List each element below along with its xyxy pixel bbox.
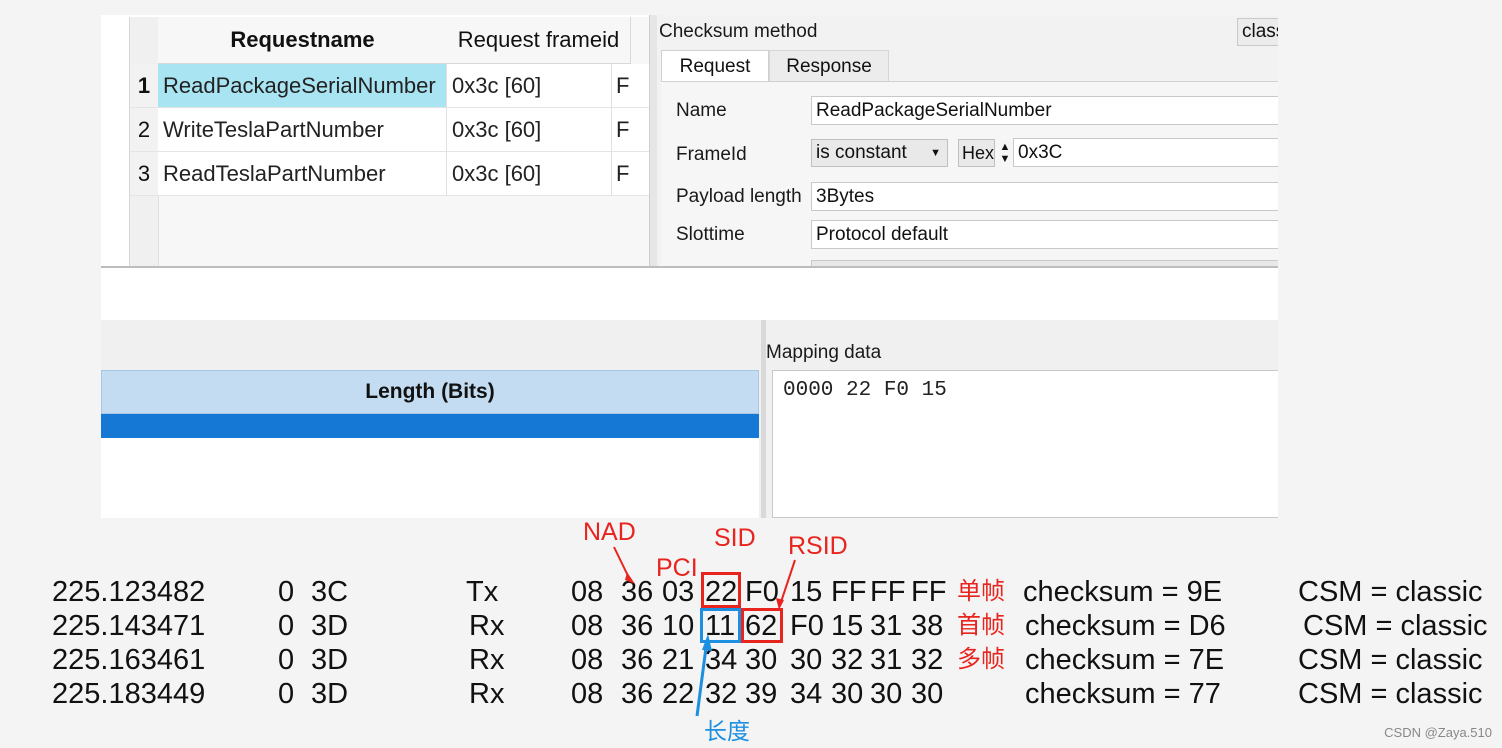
length-highlight-box <box>700 608 741 643</box>
rsid-highlight-box <box>741 608 783 643</box>
sid-highlight-box <box>701 572 741 608</box>
length-arrow <box>695 639 709 717</box>
rsid-arrow <box>779 559 796 606</box>
watermark: CSDN @Zaya.510 <box>1384 725 1492 740</box>
